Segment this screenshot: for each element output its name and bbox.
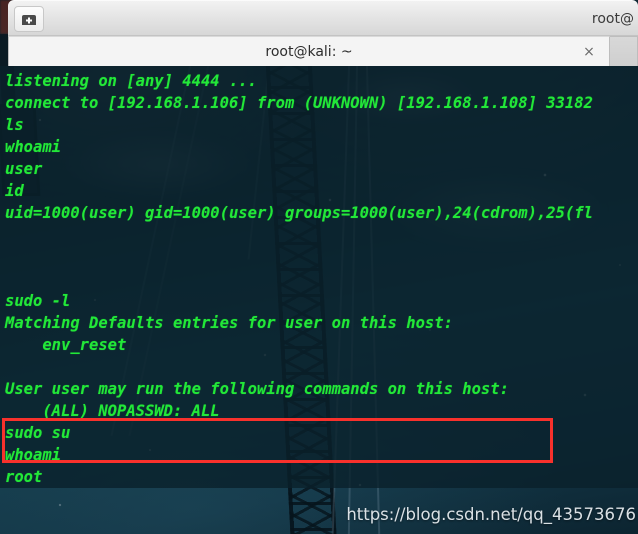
terminal-line: env_reset bbox=[5, 336, 127, 354]
terminal-line-highlighted: User user may run the following commands… bbox=[5, 380, 509, 398]
window-titlebar[interactable]: root@ bbox=[8, 0, 638, 36]
tab-root-kali[interactable]: root@kali: ~ × bbox=[8, 36, 610, 66]
terminal-line: id bbox=[5, 182, 24, 200]
new-tab-icon bbox=[22, 14, 36, 25]
watermark-text: https://blog.csdn.net/qq_43573676 bbox=[346, 505, 636, 524]
terminal-line: uid=1000(user) gid=1000(user) groups=100… bbox=[5, 204, 593, 222]
terminal-window: root@ root@kali: ~ × listening on [any] … bbox=[0, 0, 638, 488]
terminal-line: whoami bbox=[5, 138, 61, 156]
terminal-line: whoami bbox=[5, 446, 61, 464]
terminal-line: listening on [any] 4444 ... bbox=[5, 72, 257, 90]
window-title: root@ bbox=[591, 10, 634, 27]
close-icon[interactable]: × bbox=[581, 44, 597, 60]
tab-strip: root@kali: ~ × bbox=[8, 36, 638, 66]
terminal-output-area[interactable]: listening on [any] 4444 ... connect to [… bbox=[0, 66, 638, 488]
terminal-line: ls bbox=[5, 116, 24, 134]
terminal-line: connect to [192.168.1.106] from (UNKNOWN… bbox=[5, 94, 593, 112]
tab-label: root@kali: ~ bbox=[265, 43, 353, 60]
new-tab-button[interactable] bbox=[14, 5, 44, 32]
terminal-line: sudo -l bbox=[5, 292, 71, 310]
terminal-line-highlighted: (ALL) NOPASSWD: ALL bbox=[5, 402, 220, 420]
tab-secondary[interactable] bbox=[610, 36, 638, 66]
terminal-line: user bbox=[5, 160, 43, 178]
terminal-line: Matching Defaults entries for user on th… bbox=[5, 314, 453, 332]
terminal-line: root bbox=[5, 468, 43, 486]
terminal-line: sudo su bbox=[5, 424, 71, 442]
